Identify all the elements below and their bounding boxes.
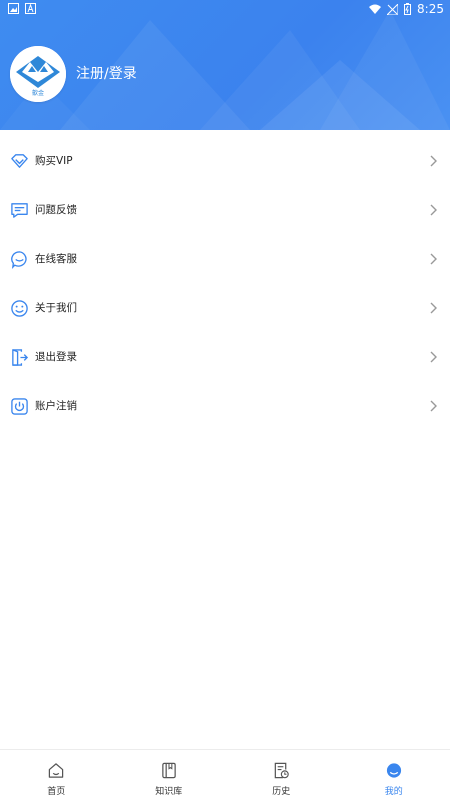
login-register-link[interactable]: 注册/登录 [76, 63, 137, 83]
chevron-right-icon [430, 399, 438, 413]
chevron-right-icon [430, 203, 438, 217]
gallery-notification-icon [8, 3, 19, 14]
wifi-icon [369, 4, 381, 14]
logout-icon [10, 348, 29, 367]
bottom-tab-bar: 首页 知识库 历史 我的 [0, 749, 450, 800]
status-time: 8:25 [417, 2, 444, 16]
tab-label: 首页 [0, 784, 113, 797]
home-icon [48, 762, 65, 779]
tab-mine[interactable]: 我的 [338, 750, 450, 800]
status-bar: 8:25 [0, 0, 450, 20]
power-icon [10, 397, 29, 416]
menu-item-logout[interactable]: 退出登录 [0, 333, 450, 382]
feedback-icon [10, 201, 29, 220]
smile-icon [10, 299, 29, 318]
menu-item-label: 账户注销 [35, 398, 77, 413]
menu-list: 购买VIP 问题反馈 在线客服 关于我们 [0, 137, 450, 431]
app-logo: 歙金 [10, 46, 66, 102]
no-signal-icon [387, 4, 398, 15]
battery-icon [404, 3, 411, 15]
avatar[interactable]: 歙金 [10, 46, 66, 102]
menu-item-label: 问题反馈 [35, 202, 77, 217]
chevron-right-icon [430, 154, 438, 168]
tab-label: 历史 [225, 784, 338, 797]
menu-item-label: 退出登录 [35, 349, 77, 364]
menu-item-online-support[interactable]: 在线客服 [0, 235, 450, 284]
menu-item-label: 在线客服 [35, 251, 77, 266]
chat-icon [10, 250, 29, 269]
tab-knowledge-base[interactable]: 知识库 [113, 750, 226, 800]
profile-header: 8:25 歙金 注册/登录 [0, 0, 450, 130]
menu-item-delete-account[interactable]: 账户注销 [0, 382, 450, 431]
menu-item-feedback[interactable]: 问题反馈 [0, 186, 450, 235]
tab-history[interactable]: 历史 [225, 750, 338, 800]
diamond-icon [10, 152, 29, 171]
app-notification-icon [25, 3, 36, 14]
chevron-right-icon [430, 252, 438, 266]
profile-icon [385, 762, 402, 779]
chevron-right-icon [430, 350, 438, 364]
tab-home[interactable]: 首页 [0, 750, 113, 800]
history-icon [273, 762, 290, 779]
menu-item-label: 购买VIP [35, 153, 73, 168]
menu-item-buy-vip[interactable]: 购买VIP [0, 137, 450, 186]
tab-label: 知识库 [113, 784, 226, 797]
book-icon [160, 762, 177, 779]
chevron-right-icon [430, 301, 438, 315]
menu-item-label: 关于我们 [35, 300, 77, 315]
tab-label: 我的 [338, 784, 450, 797]
menu-item-about-us[interactable]: 关于我们 [0, 284, 450, 333]
svg-text:歙金: 歙金 [32, 89, 44, 97]
